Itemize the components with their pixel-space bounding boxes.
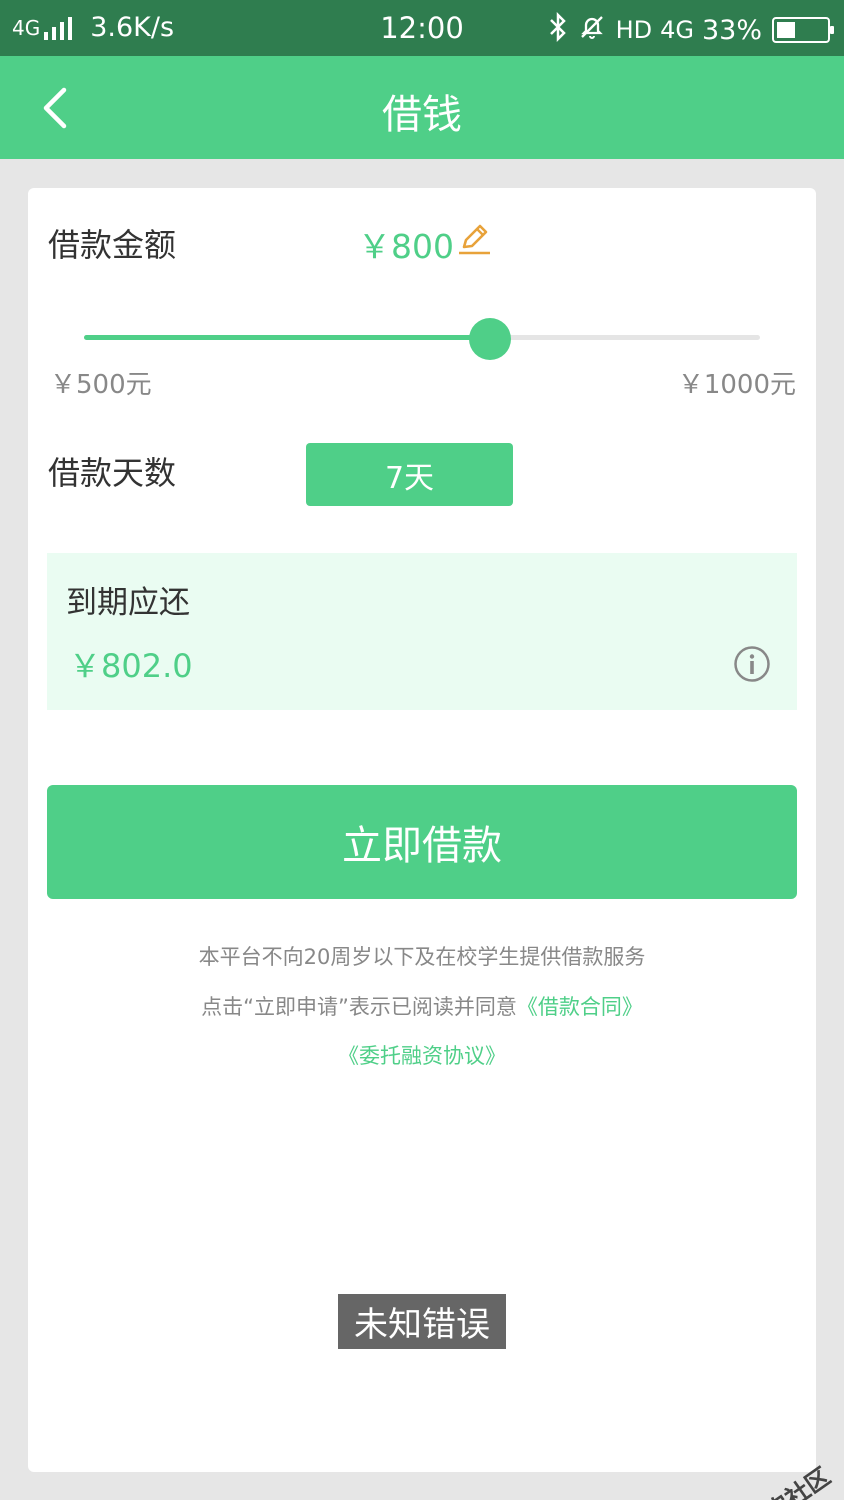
due-summary: 到期应还 ￥802.0 [47,553,797,710]
slider-fill [84,335,490,340]
info-button[interactable] [733,645,771,683]
page-title: 借钱 [382,92,462,138]
info-icon [734,646,770,682]
consent-notice: 点击“立即申请”表示已阅读并同意《借款合同》 [28,991,816,1021]
title-bar: 借钱 [0,56,844,159]
age-notice: 本平台不向20周岁以下及在校学生提供借款服务 [198,945,646,969]
battery-icon [772,17,834,43]
loan-card: 借款金额 ￥800 ￥500元 ￥1000元 借款天数 7天 到期应还 ￥802… [28,188,816,1472]
financing-agreement-link[interactable]: 《委托融资协议》 [338,1044,506,1068]
borrow-now-button[interactable]: 立即借款 [47,785,797,899]
agreement-line: 《委托融资协议》 [28,1040,816,1070]
slider-thumb[interactable] [468,318,511,360]
slider-min-label: ￥500元 [50,370,152,400]
pencil-icon [459,224,490,255]
network-type-right: 4G [660,16,694,44]
amount-label: 借款金额 [48,226,177,264]
status-bar: 4G 3.6K/s 12:00 HD 4G 33% [0,0,844,56]
edit-amount-button[interactable] [456,220,492,256]
loan-contract-link[interactable]: 《借款合同》 [517,995,643,1019]
error-toast: 未知错误 [338,1294,506,1349]
battery-percent: 33% [701,14,762,46]
alarm-off-icon [578,13,606,47]
due-label: 到期应还 [66,585,190,621]
slider-max-label: ￥1000元 [677,370,796,400]
days-label: 借款天数 [48,454,177,492]
due-value: ￥802.0 [69,647,193,685]
consent-text: 点击“立即申请”表示已阅读并同意 [201,995,517,1019]
bluetooth-icon [548,11,568,48]
amount-slider[interactable] [84,318,760,360]
days-option-button[interactable]: 7天 [306,443,513,506]
status-right: HD 4G 33% [548,11,834,48]
amount-value: ￥800 [358,227,454,266]
hd-indicator: HD [615,16,653,44]
